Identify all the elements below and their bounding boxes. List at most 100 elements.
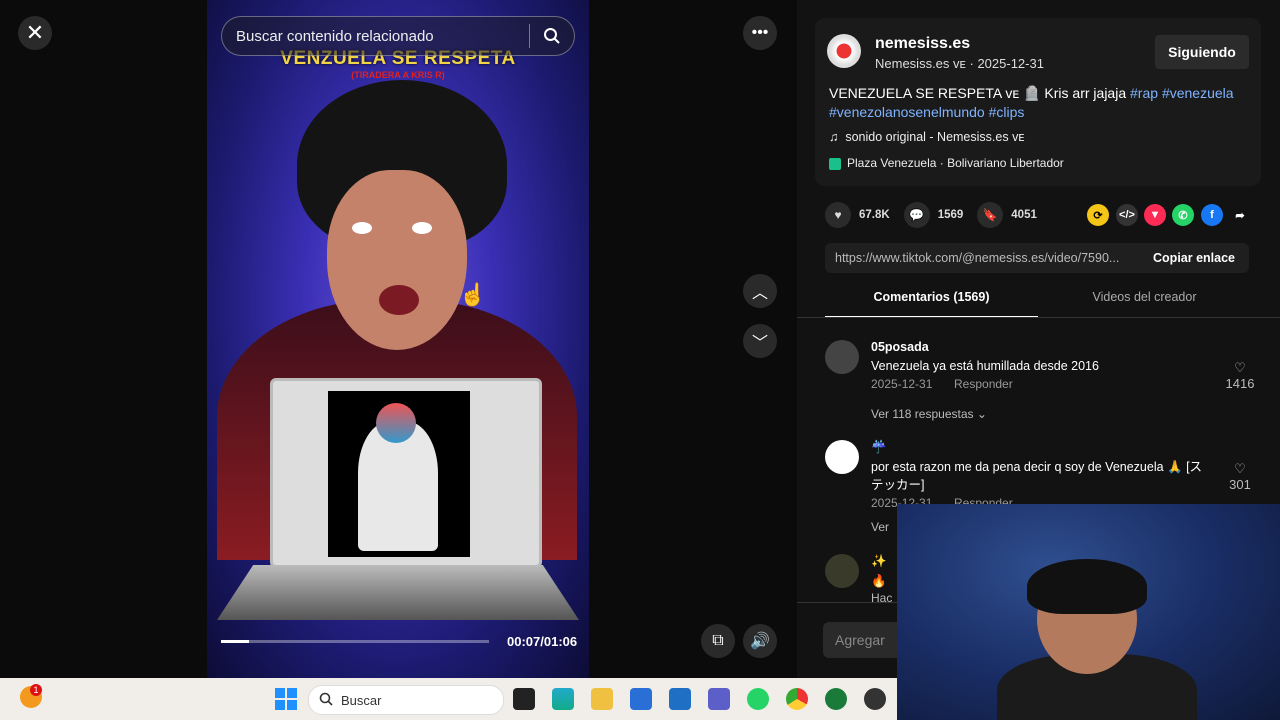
like-button[interactable]: ♥ 67.8K bbox=[825, 202, 890, 228]
comment-like-count: 1416 bbox=[1225, 376, 1255, 391]
heart-outline-icon: ♡ bbox=[1234, 360, 1246, 375]
location-link[interactable]: Plaza Venezuela · Bolivariano Libertador bbox=[829, 156, 1064, 170]
video-player[interactable]: VENZUELA SE RESPETA (TIRADERA A KRIS R) … bbox=[207, 0, 589, 678]
share-url[interactable]: https://www.tiktok.com/@nemesiss.es/vide… bbox=[825, 251, 1139, 265]
notification-badge: 1 bbox=[30, 684, 42, 696]
chevron-down-icon: ﹀ bbox=[751, 335, 768, 352]
comment-like-button[interactable]: ♡ 1416 bbox=[1223, 360, 1257, 391]
upwork-icon[interactable] bbox=[825, 688, 847, 710]
close-button[interactable]: ✕ bbox=[18, 16, 52, 50]
comment-button[interactable]: 💬 1569 bbox=[903, 202, 963, 228]
save-count: 4051 bbox=[1011, 209, 1037, 221]
app-icon[interactable] bbox=[864, 688, 886, 710]
video-time: 00:07/01:06 bbox=[507, 634, 578, 649]
store-icon[interactable] bbox=[630, 688, 652, 710]
progress-fill bbox=[221, 640, 250, 643]
comment-avatar[interactable] bbox=[825, 440, 859, 474]
following-button[interactable]: Siguiendo bbox=[1155, 35, 1249, 69]
comment-username[interactable]: ☔ bbox=[871, 440, 887, 455]
webcam-hair bbox=[1027, 559, 1147, 614]
windows-start-icon[interactable] bbox=[275, 688, 297, 710]
view-replies-link[interactable]: Ver bbox=[871, 520, 889, 534]
tab-creator-videos[interactable]: Videos del creador bbox=[1038, 290, 1251, 316]
tab-divider bbox=[797, 317, 1280, 318]
speaker-icon: 🔊 bbox=[750, 633, 770, 650]
reply-button[interactable]: Responder bbox=[954, 377, 1013, 391]
comment-like-button[interactable]: ♡ 301 bbox=[1223, 461, 1257, 492]
teams-icon[interactable] bbox=[708, 688, 730, 710]
task-view-icon[interactable] bbox=[513, 688, 535, 710]
creator-avatar[interactable] bbox=[827, 34, 861, 68]
hashtag-link[interactable]: #venezuela bbox=[1162, 85, 1234, 101]
view-replies-label: Ver 118 respuestas bbox=[871, 407, 974, 421]
video-laptop bbox=[270, 378, 542, 568]
comment-username[interactable]: ✨ bbox=[871, 554, 887, 569]
post-description: VENEZUELA SE RESPETA ᴠᴇ 🪦 Kris arr jajaj… bbox=[829, 84, 1249, 122]
video-face bbox=[327, 170, 467, 350]
whatsapp-icon[interactable]: ✆ bbox=[1172, 204, 1194, 226]
outlook-icon[interactable] bbox=[669, 688, 691, 710]
share-link-box: https://www.tiktok.com/@nemesiss.es/vide… bbox=[825, 243, 1249, 273]
related-search-box[interactable]: Buscar contenido relacionado bbox=[221, 16, 575, 56]
save-button[interactable]: 🔖 4051 bbox=[977, 202, 1037, 228]
comment-like-count: 301 bbox=[1229, 477, 1251, 492]
laptop-screen bbox=[328, 391, 470, 557]
description-text: VENEZUELA SE RESPETA ᴠᴇ 🪦 Kris arr jajaj… bbox=[829, 85, 1131, 101]
progress-bar[interactable] bbox=[221, 640, 489, 643]
bookmark-icon: 🔖 bbox=[977, 202, 1004, 228]
engagement-bar: ♥ 67.8K 💬 1569 🔖 4051 bbox=[825, 202, 1051, 228]
embed-icon[interactable]: </> bbox=[1116, 204, 1138, 226]
related-search-input[interactable]: Buscar contenido relacionado bbox=[222, 28, 529, 45]
laptop-head bbox=[376, 403, 416, 443]
view-replies-link[interactable]: Ver 118 respuestas ⌄ bbox=[871, 407, 987, 421]
share-arrow-icon[interactable]: ➦ bbox=[1229, 204, 1251, 226]
mouse-cursor-icon: ☝ bbox=[459, 282, 487, 307]
comment-text: por esta razon me da pena decir q soy de… bbox=[871, 460, 1203, 492]
comment-text: 🔥 bbox=[871, 574, 887, 588]
chevron-up-icon: ︿ bbox=[751, 285, 768, 302]
hashtag-link[interactable]: #rap bbox=[1130, 85, 1158, 101]
like-count: 67.8K bbox=[859, 209, 890, 221]
whatsapp-taskbar-icon[interactable] bbox=[747, 688, 769, 710]
comment-icon: 💬 bbox=[903, 202, 930, 228]
hashtag-link[interactable]: #venezolanosenelmundo bbox=[829, 104, 985, 120]
comment-avatar[interactable] bbox=[825, 340, 859, 374]
comment-username[interactable]: 05posada bbox=[871, 340, 929, 354]
facebook-icon[interactable]: f bbox=[1201, 204, 1223, 226]
previous-video-button[interactable]: ︿ bbox=[743, 274, 777, 308]
close-icon: ✕ bbox=[25, 20, 45, 45]
search-icon[interactable] bbox=[530, 27, 574, 45]
video-eye bbox=[352, 222, 372, 234]
send-icon[interactable]: ▼ bbox=[1144, 204, 1166, 226]
location-pin-icon bbox=[829, 157, 841, 170]
sound-label: sonido original - Nemesiss.es ᴠᴇ bbox=[845, 130, 1025, 144]
video-subtitle: (TIRADERA A KRIS R) bbox=[351, 70, 445, 80]
post-info-card: nemesiss.es Nemesiss.es ᴠᴇ · 2025-12-31 … bbox=[815, 18, 1261, 186]
chevron-down-icon: ⌄ bbox=[976, 407, 987, 421]
more-icon: ••• bbox=[751, 24, 769, 41]
more-options-button[interactable]: ••• bbox=[743, 16, 777, 50]
taskbar-search-label: Buscar bbox=[341, 692, 382, 708]
taskbar-search[interactable]: Buscar bbox=[308, 685, 504, 715]
search-icon bbox=[309, 692, 341, 709]
video-mouth bbox=[379, 285, 419, 315]
video-eye bbox=[412, 222, 432, 234]
heart-outline-icon: ♡ bbox=[1234, 461, 1246, 476]
next-video-button[interactable]: ﹀ bbox=[743, 324, 777, 358]
copy-link-button[interactable]: Copiar enlace bbox=[1139, 251, 1249, 265]
repost-icon[interactable]: ⟳ bbox=[1087, 204, 1109, 226]
comment-avatar[interactable] bbox=[825, 554, 859, 588]
music-note-icon: ♫ bbox=[829, 130, 846, 144]
location-label: Plaza Venezuela · Bolivariano Libertador bbox=[847, 156, 1064, 170]
chrome-icon[interactable] bbox=[786, 688, 808, 710]
comment-date: 2025-12-31 bbox=[871, 377, 933, 391]
hashtag-link[interactable]: #clips bbox=[989, 104, 1025, 120]
volume-button[interactable]: 🔊 bbox=[743, 624, 777, 658]
floating-player-button[interactable]: ⧉ bbox=[701, 624, 735, 658]
edge-icon[interactable] bbox=[552, 688, 574, 710]
file-explorer-icon[interactable] bbox=[591, 688, 613, 710]
tab-comments[interactable]: Comentarios (1569) bbox=[825, 290, 1038, 318]
creator-username[interactable]: nemesiss.es bbox=[875, 35, 970, 53]
sound-link[interactable]: ♫ sonido original - Nemesiss.es ᴠᴇ bbox=[829, 130, 1024, 144]
laptop-base bbox=[217, 565, 579, 620]
